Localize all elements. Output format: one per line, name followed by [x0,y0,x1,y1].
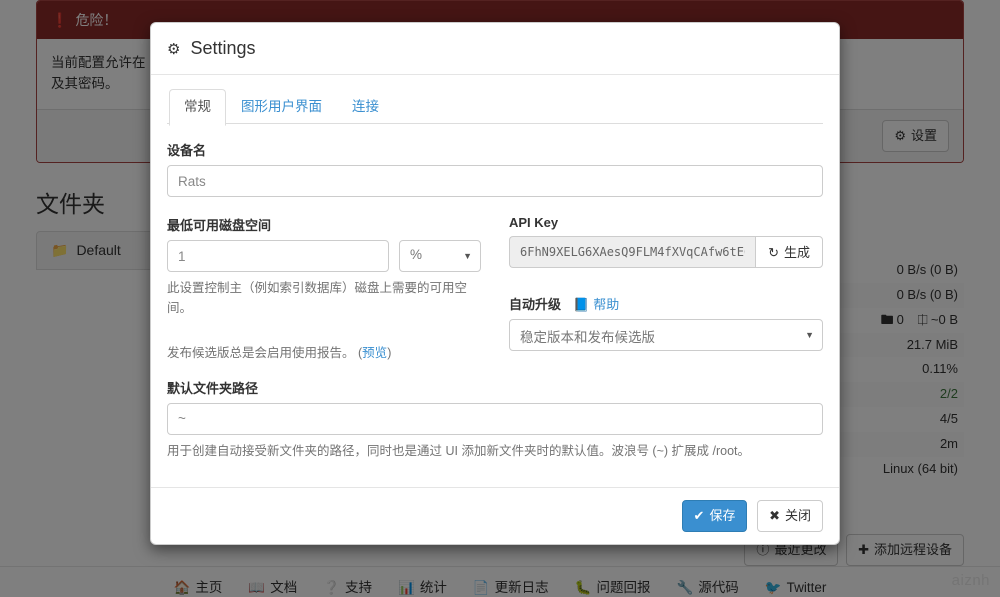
min-disk-row: % ▼ [167,240,481,273]
min-disk-unit-select[interactable]: % ▼ [399,240,481,273]
gear-icon: ⚙ [167,41,181,58]
min-disk-input[interactable] [167,240,389,273]
auto-upgrade-label: 自动升级 📘 帮助 [509,294,823,313]
save-button-label: 保存 [709,507,736,523]
close-button-label: 关闭 [784,507,811,523]
device-name-group: 设备名 [167,140,823,198]
auto-upgrade-group: 自动升级 📘 帮助 稳定版本和发布候选版 ▼ [509,294,823,352]
usage-report-paren-close: ) [387,346,392,361]
min-disk-input-wrap [167,240,389,273]
usage-report-preview-link[interactable]: 预览 [362,346,387,360]
device-name-label: 设备名 [167,143,207,159]
api-key-generate-button[interactable]: ↻ 生成 [755,236,823,269]
device-name-input[interactable] [167,165,823,198]
tab-general[interactable]: 常规 [169,89,226,127]
api-key-input[interactable] [509,236,756,269]
refresh-icon: ↻ [768,245,779,261]
min-disk-group: 最低可用磁盘空间 % ▼ 此设置控制主（例如索引数据库）磁盘上需要的可用空间。 [167,215,481,318]
tab-gui[interactable]: 图形用户界面 [226,89,337,126]
modal-title: ⚙ Settings [167,37,823,60]
auto-upgrade-help-label: 帮助 [593,297,620,313]
settings-tabs: 常规 图形用户界面 连接 [167,89,823,127]
usage-report-note: 发布候选版总是会启用使用报告。 (预览) [167,344,481,363]
modal-body: 常规图形用户界面连接 设备名 最低可用磁盘空间 % [151,75,839,487]
min-disk-unit-wrap: % ▼ [399,240,481,273]
min-disk-unit-value: % [410,247,423,263]
usage-report-text: 发布候选版总是会启用使用报告。 [167,346,355,361]
modal-header: ⚙ Settings [151,23,839,76]
api-key-group: API Key ↻生成 [509,215,823,269]
default-folder-path-label: 默认文件夹路径 [167,380,259,396]
settings-columns: 最低可用磁盘空间 % ▼ 此设置控制主（例如索引数据库）磁盘上需要的可用空间。 [167,215,823,363]
caret-down-icon: ▼ [805,330,814,341]
caret-down-icon: ▼ [463,251,472,262]
min-disk-label: 最低可用磁盘空间 [167,218,272,234]
auto-upgrade-help-link[interactable]: 📘 帮助 [573,297,619,312]
save-button[interactable]: ✔ 保存 [681,499,748,533]
settings-column-left: 最低可用磁盘空间 % ▼ 此设置控制主（例如索引数据库）磁盘上需要的可用空间。 [167,215,481,363]
auto-upgrade-select[interactable]: 稳定版本和发布候选版 ▼ [509,319,823,352]
book-icon: 📘 [573,297,590,313]
modal-footer: ✔ 保存 ✖ 关闭 [151,486,839,544]
min-disk-help: 此设置控制主（例如索引数据库）磁盘上需要的可用空间。 [167,281,468,315]
default-folder-path-input[interactable] [167,402,823,435]
settings-column-right: API Key ↻生成 自动升级 📘帮助 稳定版本和发布候选版 ▼ [509,215,823,363]
tab-connections[interactable]: 连接 [337,89,394,126]
times-icon: ✖ [769,507,780,523]
default-folder-path-group: 默认文件夹路径 用于创建自动接受新文件夹的路径，同时也是通过 UI 添加新文件夹… [167,378,823,461]
default-folder-path-help: 用于创建自动接受新文件夹的路径，同时也是通过 UI 添加新文件夹时的默认值。波浪… [167,443,751,458]
close-button[interactable]: ✖ 关闭 [757,499,823,533]
api-key-input-group: ↻生成 [509,236,823,269]
settings-modal: ⚙ Settings 常规图形用户界面连接 设备名 最低可用磁盘空间 [150,22,840,546]
modal-title-text: Settings [190,38,256,58]
check-icon: ✔ [693,507,705,523]
auto-upgrade-label-text: 自动升级 [509,297,562,313]
auto-upgrade-selected-value: 稳定版本和发布候选版 [520,330,655,346]
api-key-label: API Key [509,215,559,231]
api-key-generate-label: 生成 [783,245,810,261]
